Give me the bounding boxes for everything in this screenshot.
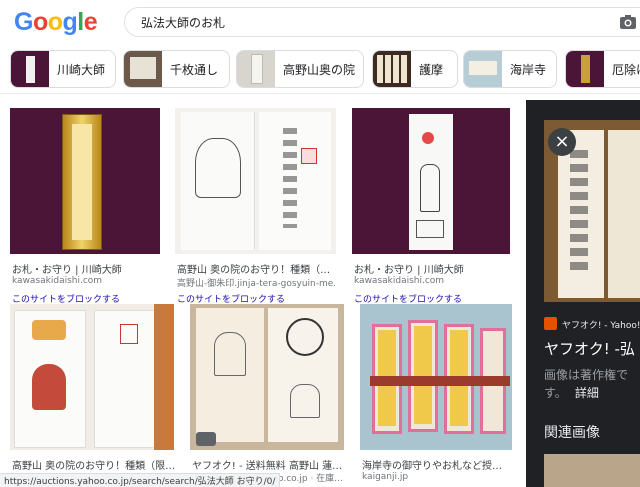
result-source[interactable]: kaiganji.jp <box>362 472 408 482</box>
image-result[interactable]: 海岸寺の御守りやお札など授… kaiganji.jp <box>360 304 512 484</box>
image-result[interactable]: 高野山 奥の院のお守り！種類（限… <box>10 304 176 474</box>
chip-kaiganji[interactable]: 海岸寺 <box>463 50 557 88</box>
image-result[interactable]: お札・お守り | 川崎大師 kawasakidaishi.com このサイトをブ… <box>10 108 160 305</box>
chip-label: 護摩 <box>419 63 444 77</box>
result-title[interactable]: 海岸寺の御守りやお札など授… <box>362 457 514 472</box>
image-preview-panel: × ヤフオク! - Yahoo! ヤフオク! -弘 画像は著作権で す。 詳細 関… <box>526 100 640 487</box>
chip-label: 川崎大師 <box>57 63 106 77</box>
image-result[interactable]: 高野山 奥の院のお守り！種類（… 高野山-御朱印.jinja-tera-gosy… <box>175 108 336 305</box>
result-thumbnail[interactable] <box>190 304 344 450</box>
result-source[interactable]: kawasakidaishi.com <box>12 276 102 286</box>
result-thumbnail[interactable] <box>10 108 160 254</box>
result-title[interactable]: ヤフオク! - 送料無料 高野山 蓮… <box>192 457 346 472</box>
chip-label: 海岸寺 <box>510 63 547 77</box>
chip-senmaidoshi[interactable]: 千枚通し <box>123 50 230 88</box>
google-logo[interactable]: Google <box>14 8 98 37</box>
close-icon[interactable]: × <box>548 128 576 156</box>
chip-thumbnail <box>11 51 49 87</box>
result-title[interactable]: 高野山 奥の院のお守り！種類（限… <box>12 457 176 472</box>
top-bar: Google 弘法大師のお札 <box>0 0 640 44</box>
chip-thumbnail <box>464 51 502 87</box>
chip-label: 高野山奥の院 <box>283 63 356 77</box>
result-title[interactable]: お札・お守り | 川崎大師 <box>354 261 464 276</box>
chip-thumbnail <box>237 51 275 87</box>
chip-label: 厄除け <box>612 63 640 77</box>
result-thumbnail[interactable] <box>10 304 174 450</box>
copyright-notice-line2: す。 詳細 <box>544 386 599 400</box>
related-image-thumbnail[interactable] <box>544 454 640 487</box>
chip-kawasaki-daishi[interactable]: 川崎大師 <box>10 50 116 88</box>
chip-thumbnail <box>566 51 604 87</box>
result-thumbnail[interactable] <box>175 108 336 254</box>
status-bar-url: https://auctions.yahoo.co.jp/search/sear… <box>0 473 281 487</box>
yahoo-auction-favicon-icon <box>544 317 557 330</box>
result-source[interactable]: kawasakidaishi.com <box>354 276 444 286</box>
image-result[interactable]: ヤフオク! - 送料無料 高野山 蓮… o.co.jp · 在庫… <box>190 304 346 484</box>
chip-label: 千枚通し <box>170 63 219 77</box>
camera-icon[interactable] <box>619 14 637 30</box>
result-source[interactable]: o.co.jp · 在庫… <box>278 471 343 484</box>
result-title[interactable]: 高野山 奥の院のお守り！種類（… <box>177 261 335 276</box>
copyright-notice: 画像は著作権で <box>544 368 629 382</box>
details-link[interactable]: 詳細 <box>575 386 599 400</box>
result-source[interactable]: 高野山-御朱印.jinja-tera-gosyuin-me… <box>177 276 335 289</box>
preview-source[interactable]: ヤフオク! - Yahoo! <box>562 318 640 331</box>
preview-title[interactable]: ヤフオク! -弘 <box>544 338 635 359</box>
related-images-heading: 関連画像 <box>544 425 600 441</box>
chip-koyasan-okunoin[interactable]: 高野山奥の院 <box>236 50 364 88</box>
result-thumbnail[interactable] <box>352 108 510 254</box>
chip-yakuyoke[interactable]: 厄除け <box>565 50 640 88</box>
search-input[interactable]: 弘法大師のお札 <box>141 14 225 31</box>
chip-thumbnail <box>373 51 411 87</box>
chip-thumbnail <box>124 51 162 87</box>
image-result[interactable]: お札・お守り | 川崎大師 kawasakidaishi.com このサイトをブ… <box>352 108 510 305</box>
result-thumbnail[interactable] <box>360 304 512 450</box>
chip-goma[interactable]: 護摩 <box>372 50 458 88</box>
related-searches-bar: 川崎大師 千枚通し 高野山奥の院 護摩 海岸寺 厄除け <box>0 46 640 94</box>
result-title[interactable]: お札・お守り | 川崎大師 <box>12 261 122 276</box>
search-box[interactable]: 弘法大師のお札 <box>124 7 640 37</box>
